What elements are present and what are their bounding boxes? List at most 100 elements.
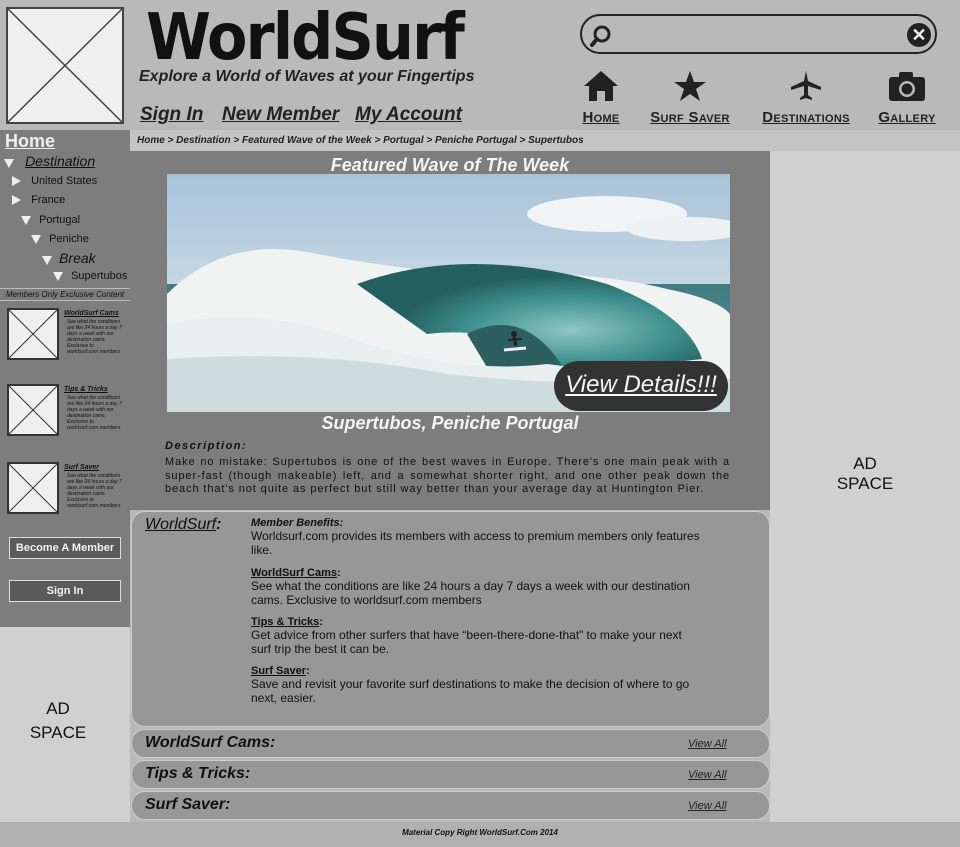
logo-placeholder[interactable] [6, 7, 124, 124]
camera-icon [889, 72, 925, 101]
sign-in-link[interactable]: Sign In [140, 104, 203, 126]
nav-gallery[interactable]: Gallery [874, 70, 940, 126]
become-member-button[interactable]: Become A Member [9, 537, 121, 559]
benefit-title[interactable]: WorldSurf Cams: [251, 567, 701, 579]
benefit-title[interactable]: Surf Saver: [251, 665, 701, 677]
surf-saver-thumbnail[interactable] [7, 462, 59, 514]
sidebar-item-label: France [31, 194, 66, 206]
section-title: Tips & Tricks: [145, 765, 251, 782]
mini-item-desc: See what the conditions are like 24 hour… [67, 395, 122, 431]
nav-destinations[interactable]: Destinations [754, 70, 858, 126]
sidebar-item-label: Break [59, 250, 96, 266]
tips-thumbnail[interactable] [7, 384, 59, 436]
benefit-text: See what the conditions are like 24 hour… [251, 579, 690, 607]
benefit-block: Surf Saver: Save and revisit your favori… [251, 665, 701, 705]
home-icon [584, 71, 618, 101]
triangle-down-icon [21, 215, 31, 225]
footer-copyright: Material Copy Right WorldSurf.Com 2014 [0, 822, 960, 847]
view-details-button[interactable]: View Details!!! [554, 361, 728, 411]
photo-caption: Supertubos, Peniche Portugal [321, 413, 579, 433]
site-title: WorldSurf [146, 1, 465, 75]
ad-line: SPACE [836, 474, 894, 493]
nav-gallery-label: Gallery [878, 109, 936, 126]
section-title: Surf Saver: [145, 796, 231, 813]
clear-icon[interactable]: ✕ [907, 23, 931, 47]
benefit-text: Worldsurf.com provides its members with … [251, 529, 700, 557]
section-bar-tips[interactable]: Tips & Tricks: View All [131, 760, 770, 789]
ad-line: SPACE [29, 723, 87, 742]
search-input[interactable]: ✕ [580, 14, 937, 54]
benefits-heading[interactable]: WorldSurf: [145, 516, 221, 534]
mini-item-title[interactable]: Surf Saver [64, 464, 99, 471]
sidebar-item-united-states[interactable]: United States [12, 175, 97, 187]
mini-item-desc: See what the conditions are like 24 hour… [67, 473, 122, 509]
view-all-link[interactable]: View All [688, 769, 727, 781]
benefit-title-text: WorldSurf Cams [251, 567, 337, 579]
left-ad[interactable]: AD SPACE [0, 627, 130, 822]
benefit-title: Member Benefits: [251, 517, 344, 529]
search-icon [590, 25, 611, 47]
benefit-block: Tips & Tricks: Get advice from other sur… [251, 616, 701, 656]
airplane-icon [791, 71, 821, 100]
image-placeholder-icon [7, 8, 123, 123]
nav-destinations-label: Destinations [762, 109, 850, 126]
description-text: Make no mistake: Supertubos is one of th… [165, 456, 730, 495]
my-account-link[interactable]: My Account [355, 104, 462, 126]
featured-wave-panel: Featured Wave of The Week View Details!!… [130, 151, 770, 510]
sidebar-item-supertubos[interactable]: Supertubos [53, 270, 127, 282]
sidebar-item-label: Portugal [39, 214, 81, 226]
sidebar-item-france[interactable]: France [12, 194, 65, 206]
benefit-block: Member Benefits: Worldsurf.com provides … [251, 517, 701, 557]
benefit-title-text: Tips & Tricks [251, 616, 320, 628]
view-all-link[interactable]: View All [688, 800, 727, 812]
nav-surf-saver-label: Surf Saver [650, 109, 730, 126]
image-placeholder-icon [8, 385, 58, 435]
sidebar-home-link[interactable]: Home [5, 131, 55, 152]
new-member-link[interactable]: New Member [222, 104, 339, 126]
description-label: Description: [165, 440, 248, 452]
nav-surf-saver[interactable]: Surf Saver [645, 70, 735, 126]
section-bar-surf-saver[interactable]: Surf Saver: View All [131, 791, 770, 820]
benefit-text: Get advice from other surfers that have … [251, 628, 682, 656]
sidebar-item-label: United States [31, 175, 98, 187]
triangle-down-icon [4, 158, 14, 168]
section-bar-cams[interactable]: WorldSurf Cams: View All [131, 729, 770, 758]
image-placeholder-icon [8, 309, 58, 359]
triangle-right-icon [12, 195, 21, 206]
triangle-down-icon [42, 255, 52, 265]
sidebar-item-peniche[interactable]: Peniche [31, 233, 89, 245]
tagline: Explore a World of Waves at your Fingert… [139, 68, 475, 85]
sidebar-item-destination[interactable]: Destination [4, 153, 95, 169]
benefit-text: Save and revisit your favorite surf dest… [251, 677, 690, 705]
view-all-link[interactable]: View All [688, 738, 727, 750]
sidebar-item-portugal[interactable]: Portugal [21, 214, 80, 226]
ad-line: AD [853, 454, 877, 473]
ad-line: AD [46, 699, 70, 718]
star-icon [674, 71, 706, 101]
section-title: WorldSurf Cams: [145, 734, 276, 751]
nav-home-label: Home [582, 109, 620, 126]
sidebar: Home Destination United States France Po… [0, 130, 130, 627]
cams-thumbnail[interactable] [7, 308, 59, 360]
image-placeholder-icon [8, 463, 58, 513]
members-only-label: Members Only Exclusive Content [0, 288, 130, 301]
benefit-block: WorldSurf Cams: See what the conditions … [251, 567, 701, 607]
featured-title: Featured Wave of The Week [330, 155, 570, 175]
member-benefits-panel: WorldSurf: Member Benefits: Worldsurf.co… [131, 511, 770, 727]
sidebar-item-label: Peniche [49, 233, 89, 245]
mini-item-title[interactable]: Tips & Tricks [64, 386, 108, 393]
mini-item-title[interactable]: WorldSurf Cams [64, 310, 119, 317]
triangle-down-icon [53, 271, 63, 281]
benefit-title-text: Surf Saver [251, 665, 307, 677]
breadcrumb[interactable]: Home > Destination > Featured Wave of th… [130, 130, 960, 151]
benefits-heading-label: WorldSurf [145, 516, 217, 533]
sign-in-button[interactable]: Sign In [9, 580, 121, 602]
sidebar-item-label: Supertubos [71, 270, 128, 282]
benefit-title[interactable]: Tips & Tricks: [251, 616, 701, 628]
right-ad[interactable]: AD SPACE [770, 151, 960, 822]
mini-item-desc: See what the conditions are like 24 hour… [67, 319, 122, 355]
nav-home[interactable]: Home [580, 70, 622, 126]
sidebar-destination-label: Destination [25, 153, 96, 169]
sidebar-item-break[interactable]: Break [42, 250, 96, 266]
benefits-heading-colon: : [216, 516, 222, 533]
